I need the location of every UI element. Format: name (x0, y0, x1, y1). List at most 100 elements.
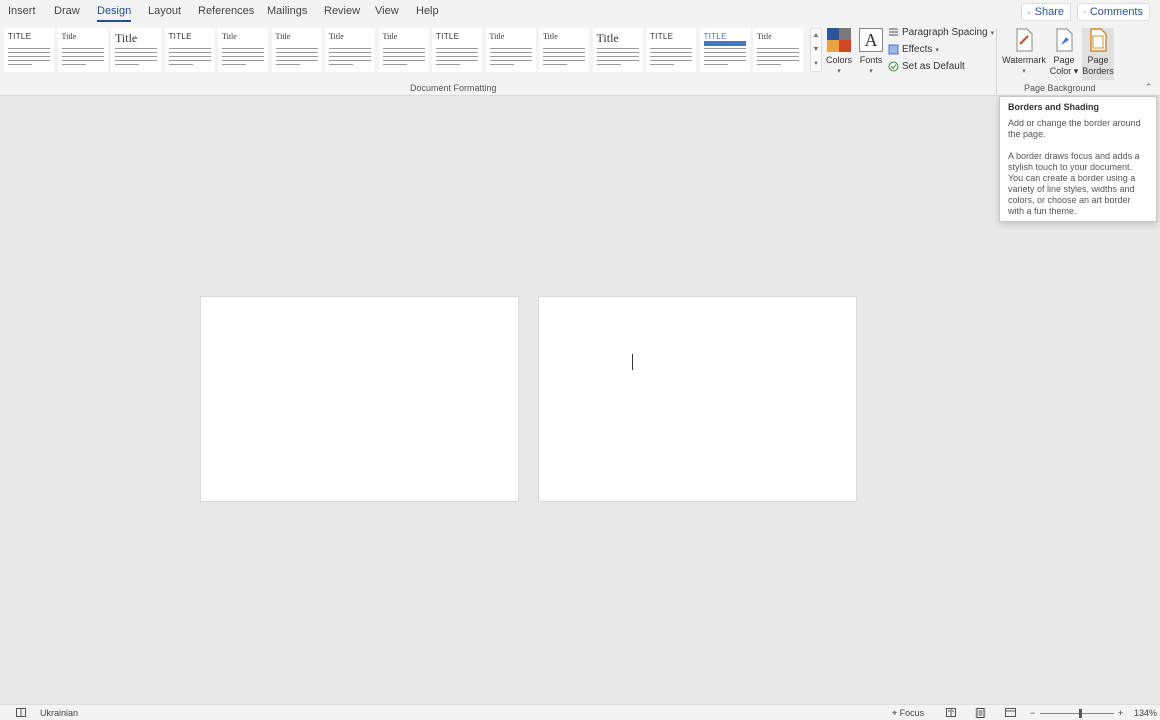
text-line (757, 52, 799, 53)
text-line (61, 48, 104, 49)
style-set-thumbnail[interactable]: Title (271, 28, 322, 72)
text-line (543, 64, 567, 65)
text-line (382, 56, 425, 57)
watermark-icon (1016, 28, 1033, 52)
document-page-1[interactable] (200, 296, 519, 502)
text-line (61, 60, 104, 61)
page-color-button[interactable]: Page Page ColorColor ▾ (1048, 28, 1080, 77)
text-line (168, 56, 211, 57)
tooltip-paragraph-1: Add or change the border around the page… (1008, 118, 1141, 139)
style-set-thumbnail[interactable]: Title (325, 28, 375, 72)
tab-mailings[interactable]: Mailings (267, 5, 307, 17)
page-background-label: Page Background (1024, 83, 1096, 93)
set-as-default-button[interactable]: Set as Default (888, 61, 965, 72)
text-line (757, 60, 799, 61)
text-line (275, 56, 318, 57)
text-line (489, 52, 532, 53)
style-set-title: Title (275, 32, 291, 41)
focus-label: Focus (899, 708, 925, 718)
tab-help[interactable]: Help (416, 5, 439, 17)
style-set-thumbnail[interactable]: Title (539, 28, 589, 72)
colors-label: Colors (825, 55, 852, 65)
tab-insert[interactable]: Insert (8, 5, 36, 17)
text-line (275, 64, 300, 65)
watermark-button[interactable]: Watermark ▾ (1001, 28, 1047, 77)
zoom-slider-track[interactable] (1040, 713, 1114, 714)
style-set-title: Title (61, 32, 77, 41)
proofing-icon[interactable] (16, 708, 26, 717)
style-set-thumbnail[interactable]: Title (378, 28, 429, 72)
text-line (703, 52, 746, 53)
tooltip-paragraph-2: A border draws focus and adds a stylish … (1008, 151, 1140, 216)
style-set-thumbnail[interactable]: Title (57, 28, 108, 72)
zoom-out-icon[interactable]: − (1030, 708, 1035, 718)
text-line (436, 48, 478, 49)
tab-references[interactable]: References (198, 5, 254, 17)
text-line (275, 60, 318, 61)
ribbon: TITLE Title Title TITLE Title Title Title Title… (0, 24, 1160, 96)
text-line (703, 48, 746, 49)
chevron-down-icon: ▾ (1022, 68, 1026, 75)
text-line (650, 52, 692, 53)
style-set-thumbnail[interactable]: TITLE (4, 28, 54, 72)
text-line (757, 56, 799, 57)
tab-review[interactable]: Review (324, 5, 360, 17)
page-borders-button[interactable]: Page Borders (1082, 28, 1114, 80)
style-set-title: TITLE (650, 32, 674, 41)
style-set-title: Title (329, 32, 344, 41)
zoom-level[interactable]: 134% (1134, 708, 1157, 718)
style-set-thumbnail[interactable]: TITLE (646, 28, 696, 72)
style-set-thumbnail[interactable]: Title (753, 28, 803, 72)
gallery-more-icon[interactable]: ▾ (811, 57, 821, 71)
text-line (8, 48, 50, 49)
page-color-label: Page ColorColor ▾ (1049, 66, 1079, 76)
focus-button[interactable]: ⌖ Focus (892, 708, 924, 719)
language-indicator[interactable]: Ukrainian (40, 708, 78, 718)
tab-view[interactable]: View (375, 5, 399, 17)
focus-icon: ⌖ (892, 708, 898, 718)
zoom-slider-thumb[interactable] (1079, 709, 1082, 718)
tab-draw[interactable]: Draw (54, 5, 80, 17)
gallery-up-icon[interactable]: ▲ (811, 29, 821, 43)
style-set-thumbnail[interactable]: TITLE (164, 28, 215, 72)
style-set-thumbnail[interactable]: Title (592, 28, 643, 72)
text-line (543, 48, 585, 49)
paragraph-spacing-button[interactable]: Paragraph Spacing ▾ (888, 27, 994, 38)
collapse-ribbon-icon[interactable]: ⌃ (1145, 82, 1153, 93)
page-borders-icon (1090, 28, 1107, 52)
style-set-thumbnail[interactable]: Title (485, 28, 536, 72)
gallery-scroller[interactable]: ▲ ▼ ▾ (810, 28, 822, 72)
style-set-thumbnail[interactable]: TITLE (699, 28, 750, 72)
fonts-button[interactable]: A Fonts ▾ (858, 28, 884, 77)
text-line (489, 60, 532, 61)
style-set-thumbnail[interactable]: TITLE (432, 28, 482, 72)
style-set-title: TITLE (168, 32, 192, 41)
style-set-thumbnail[interactable]: Title (111, 28, 161, 72)
share-button[interactable]: Share (1021, 3, 1071, 21)
share-label: Share (1034, 6, 1064, 18)
gallery-down-icon[interactable]: ▼ (811, 43, 821, 57)
style-set-thumbnail[interactable]: Title (218, 28, 268, 72)
text-line (650, 56, 692, 57)
tab-design[interactable]: Design (97, 5, 132, 22)
colors-button[interactable]: Colors ▾ (825, 28, 853, 77)
tooltip-title: Borders and Shading (1008, 102, 1100, 112)
style-set-title: Title (382, 32, 398, 41)
web-layout-icon[interactable] (1005, 708, 1016, 717)
text-line (168, 60, 211, 61)
read-mode-icon[interactable] (946, 708, 956, 717)
effects-button[interactable]: Effects ▾ (888, 44, 939, 55)
text-line (115, 52, 157, 53)
document-page-2[interactable] (538, 296, 857, 502)
text-line (222, 56, 264, 57)
comments-button[interactable]: Comments (1077, 3, 1150, 21)
heading-bar (703, 41, 746, 46)
text-line (275, 48, 318, 49)
tab-layout[interactable]: Layout (148, 5, 181, 17)
zoom-in-icon[interactable]: + (1118, 708, 1123, 718)
print-layout-icon[interactable] (975, 708, 986, 718)
share-icon (1028, 10, 1031, 14)
group-divider (996, 28, 997, 94)
text-line (222, 52, 264, 53)
chevron-down-icon: ▾ (935, 46, 939, 54)
